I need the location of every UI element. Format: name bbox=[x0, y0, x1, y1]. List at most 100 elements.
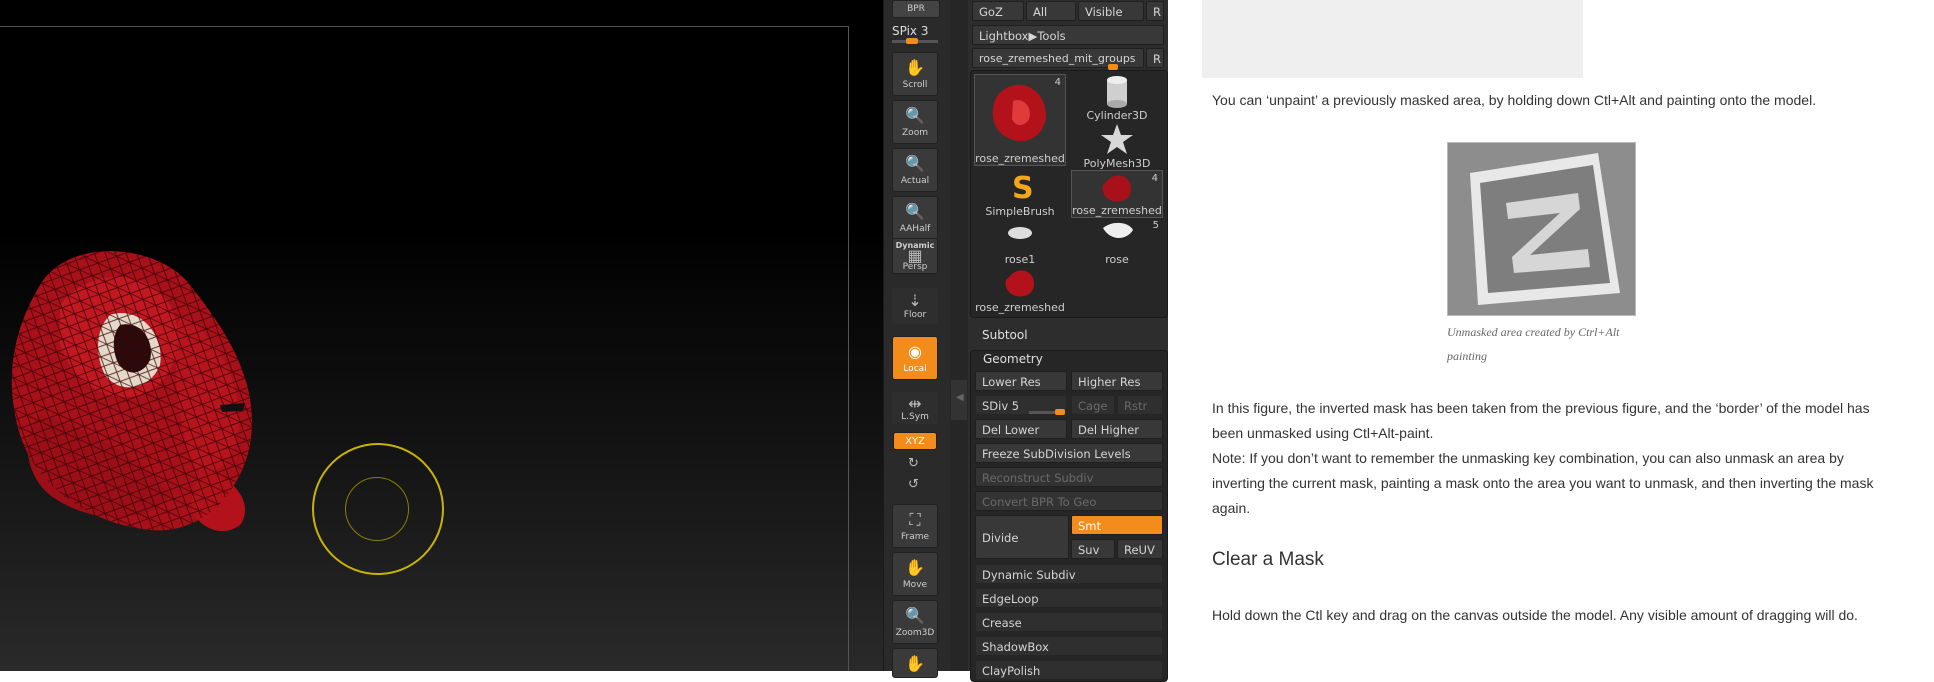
tool-thumb-polymesh3d[interactable]: PolyMesh3D bbox=[1071, 122, 1163, 170]
zoom-button[interactable]: 🔍 Zoom bbox=[892, 100, 938, 144]
heading-clear-mask: Clear a Mask bbox=[1212, 549, 1324, 570]
spix-label: SPix 3 bbox=[892, 24, 929, 38]
move-label: Move bbox=[902, 580, 928, 590]
paragraph-clear-mask: Hold down the Ctl key and drag on the ca… bbox=[1212, 607, 1858, 623]
magnifier-icon: 🔍 bbox=[905, 154, 925, 173]
reconstruct-subdiv-button[interactable]: Reconstruct Subdiv bbox=[975, 467, 1163, 487]
tool-thumb-label: rose1 bbox=[1004, 253, 1036, 266]
petal-icon bbox=[1103, 222, 1133, 238]
zoom3d-button[interactable]: 🔍 Zoom3D bbox=[892, 600, 938, 644]
local-icon: ◉ bbox=[908, 342, 922, 361]
bpr-button[interactable]: BPR bbox=[892, 0, 940, 18]
rose1-thumb-icon bbox=[1008, 227, 1032, 239]
rstr-button[interactable]: Rstr bbox=[1117, 395, 1163, 415]
rotate-icon[interactable]: ↻ bbox=[908, 456, 919, 471]
previous-figure-area bbox=[1202, 0, 1583, 78]
actual-button[interactable]: 🔍 Actual bbox=[892, 148, 938, 192]
tool-thumb-rose1[interactable]: rose1 bbox=[974, 218, 1066, 266]
tool-thumb-label: rose_zremeshed bbox=[1072, 204, 1162, 217]
s-brush-icon: S bbox=[1012, 171, 1034, 206]
zoom-label: Zoom bbox=[902, 128, 928, 138]
floor-icon: ⇣ bbox=[908, 291, 922, 310]
xyz-button[interactable]: XYZ bbox=[893, 432, 937, 450]
spix-slider[interactable] bbox=[892, 38, 938, 44]
lower-res-button[interactable]: Lower Res bbox=[975, 371, 1067, 391]
grid-icon: ▦ bbox=[907, 246, 923, 265]
symmetry-icon: ⇹ bbox=[908, 394, 922, 413]
star-icon bbox=[1101, 124, 1133, 154]
rose-thumb-icon bbox=[1005, 270, 1034, 297]
zoom3d-label: Zoom3D bbox=[895, 628, 935, 638]
convert-bpr-button[interactable]: Convert BPR To Geo bbox=[975, 491, 1163, 511]
goz-button[interactable]: GoZ bbox=[972, 1, 1024, 21]
frame-button[interactable]: ⛶ Frame bbox=[892, 504, 938, 548]
visible-button[interactable]: Visible bbox=[1078, 1, 1144, 21]
geometry-header[interactable]: Geometry bbox=[983, 352, 1043, 366]
aahalf-button[interactable]: 🔍 AAHalf bbox=[892, 196, 938, 240]
tool-palette: GoZ All Visible R Lightbox▶Tools rose_zr… bbox=[968, 0, 1169, 682]
current-tool-slider[interactable]: rose_zremeshed_mit_groups bbox=[972, 48, 1144, 68]
smt-toggle[interactable]: Smt bbox=[1071, 515, 1163, 535]
all-button[interactable]: All bbox=[1026, 1, 1076, 21]
rose-model[interactable] bbox=[0, 225, 300, 545]
cage-button[interactable]: Cage bbox=[1071, 395, 1115, 415]
hand-icon: ✋ bbox=[905, 654, 925, 673]
del-higher-button[interactable]: Del Higher bbox=[1071, 419, 1163, 439]
local-button[interactable]: ◉ Local bbox=[892, 336, 938, 380]
viewport-canvas[interactable] bbox=[0, 0, 883, 671]
scroll-button[interactable]: ✋ Scroll bbox=[892, 52, 938, 96]
cylinder-icon bbox=[1107, 76, 1127, 108]
crease-header[interactable]: Crease bbox=[975, 612, 1163, 632]
subtool-header[interactable]: Subtool bbox=[982, 328, 1028, 342]
del-lower-button[interactable]: Del Lower bbox=[975, 419, 1067, 439]
collapse-arrow-icon[interactable]: ◀ bbox=[956, 392, 964, 403]
tool-thumb-count: 5 bbox=[1152, 220, 1159, 231]
sdiv-slider-track[interactable] bbox=[1029, 409, 1065, 415]
r-button[interactable]: R bbox=[1146, 1, 1164, 21]
svg-text:S: S bbox=[1012, 171, 1034, 202]
tool-thumb-cylinder3d[interactable]: Cylinder3D bbox=[1071, 74, 1163, 122]
rotate-alt-icon[interactable]: ↺ bbox=[908, 477, 919, 492]
masked-z-plane bbox=[1470, 153, 1620, 305]
tool-thumb-label: rose_zremeshed bbox=[975, 152, 1065, 165]
persp-button[interactable]: Dynamic ▦ Persp bbox=[892, 238, 938, 274]
actual-label: Actual bbox=[900, 176, 930, 186]
tool-thumb-label: rose bbox=[1105, 253, 1129, 266]
suv-toggle[interactable]: Suv bbox=[1071, 539, 1115, 559]
tool-thumbnails: 4 rose_zremeshed Cylinder3D PolyMesh3D S… bbox=[970, 70, 1168, 318]
magnifier-icon: 🔍 bbox=[905, 106, 925, 125]
tool-thumb-simplebrush[interactable]: S SimpleBrush bbox=[974, 170, 1066, 218]
divide-button[interactable]: Divide bbox=[975, 515, 1069, 559]
panel-separator[interactable]: ◀ bbox=[950, 0, 968, 671]
edgeloop-header[interactable]: EdgeLoop bbox=[975, 588, 1163, 608]
rotate3d-button[interactable]: ✋ bbox=[892, 648, 938, 678]
tool-thumb-rose-zremeshed-3[interactable]: rose_zremeshed bbox=[974, 266, 1066, 314]
figure-caption: Unmasked area created by Ctrl+Alt painti… bbox=[1447, 325, 1620, 363]
lsym-button[interactable]: ⇹ L.Sym bbox=[892, 392, 938, 424]
right-shelf: BPR SPix 3 ✋ Scroll 🔍 Zoom 🔍 Actual 🔍 AAHalf… bbox=[883, 0, 951, 678]
dynamic-subdiv-header[interactable]: Dynamic Subdiv bbox=[975, 564, 1163, 584]
claypolish-header[interactable]: ClayPolish bbox=[975, 660, 1163, 680]
reuv-toggle[interactable]: ReUV bbox=[1117, 539, 1163, 559]
paragraph-inverted-mask: In this figure, the inverted mask has be… bbox=[1212, 400, 1870, 441]
frame-icon: ⛶ bbox=[909, 510, 921, 529]
sdiv-slider-knob[interactable] bbox=[1055, 409, 1065, 415]
paragraph-unpaint: You can ‘unpaint’ a previously masked ar… bbox=[1212, 92, 1817, 108]
freeze-subdivision-button[interactable]: Freeze SubDivision Levels bbox=[975, 443, 1163, 463]
geometry-panel: Geometry Lower Res Higher Res SDiv 5 Cag… bbox=[970, 350, 1168, 682]
higher-res-button[interactable]: Higher Res bbox=[1071, 371, 1163, 391]
shadowbox-header[interactable]: ShadowBox bbox=[975, 636, 1163, 656]
tool-thumb-rose-zremeshed-2[interactable]: 4 rose_zremeshed bbox=[1071, 170, 1163, 218]
floor-button[interactable]: ⇣ Floor bbox=[892, 288, 938, 324]
tool-thumb-label: rose_zremeshed bbox=[975, 301, 1065, 314]
magnifier-icon: 🔍 bbox=[905, 606, 925, 625]
tool-thumb-rose[interactable]: 5 rose bbox=[1071, 218, 1163, 266]
spix-slider-knob[interactable] bbox=[905, 38, 918, 44]
current-tool-r-button[interactable]: R bbox=[1146, 48, 1164, 68]
lightbox-tools-button[interactable]: Lightbox▶Tools bbox=[972, 25, 1164, 45]
tool-thumb-rose-zremeshed[interactable]: 4 rose_zremeshed bbox=[974, 74, 1066, 166]
tool-thumb-label: SimpleBrush bbox=[985, 205, 1055, 218]
move-button[interactable]: ✋ Move bbox=[892, 552, 938, 596]
xyz-label: XYZ bbox=[905, 436, 925, 447]
current-tool-slider-track[interactable] bbox=[1098, 64, 1142, 70]
